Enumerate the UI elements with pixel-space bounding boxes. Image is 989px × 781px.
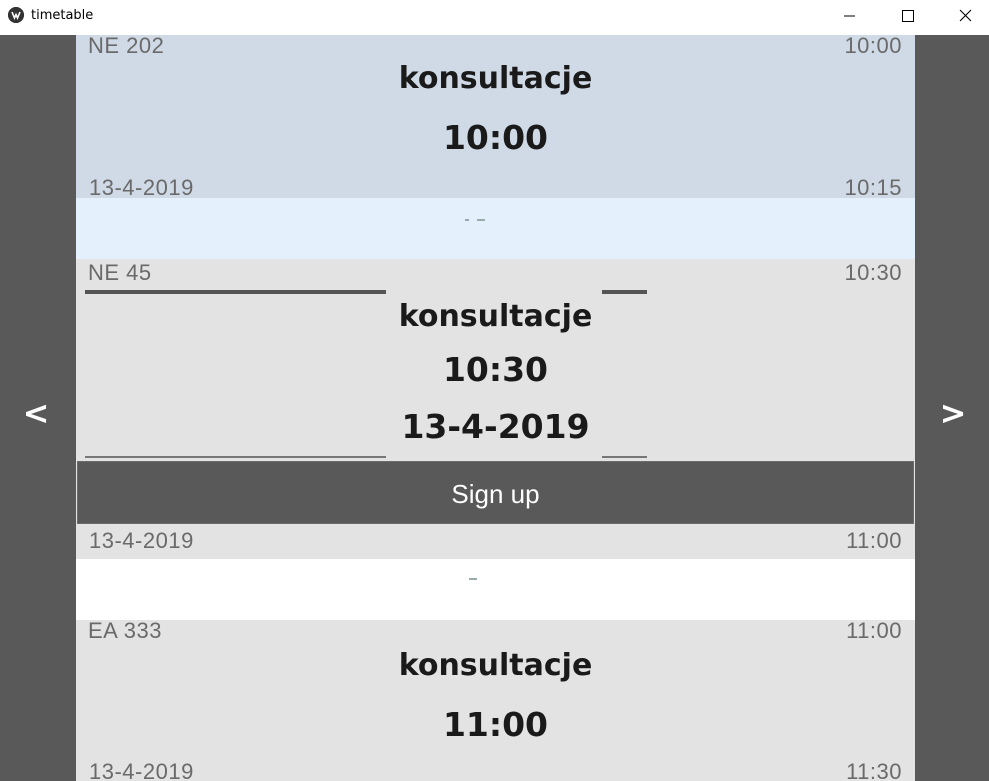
slot-time: 10:00 — [442, 118, 549, 157]
timetable-slot[interactable]: NE 202 10:00 konsultacje 10:00 13-4-2019… — [76, 35, 915, 200]
window-title: timetable — [31, 8, 94, 23]
input-underline — [602, 456, 647, 458]
slot-end-time: 11:30 — [846, 759, 902, 781]
slot-title: konsultacje — [398, 299, 593, 334]
minimize-icon — [844, 15, 855, 17]
minimize-button[interactable] — [820, 0, 878, 35]
slot-time: 11:00 — [442, 705, 549, 744]
slot-footer: 13-4-2019 11:00 — [76, 524, 915, 559]
slot-room: NE 202 — [88, 35, 165, 58]
maximize-button[interactable] — [878, 0, 936, 35]
slot-date: 13-4-2019 — [89, 528, 194, 553]
close-button[interactable] — [936, 0, 989, 35]
slot-title: konsultacje — [398, 648, 593, 683]
slot-date: 13-4-2019 — [89, 759, 194, 781]
slot-start-time: 11:00 — [846, 618, 902, 643]
timetable-slot[interactable]: EA 333 11:00 konsultacje 11:00 13-4-2019… — [76, 618, 915, 781]
close-icon — [959, 9, 972, 22]
sign-up-button[interactable]: Sign up — [77, 461, 914, 524]
app-logo-icon — [8, 7, 24, 23]
slot-end-time: 11:00 — [846, 528, 902, 553]
previous-day-button[interactable]: < — [16, 395, 56, 431]
next-day-button[interactable]: > — [933, 395, 973, 431]
title-bar: timetable — [0, 0, 989, 35]
separator-mark — [477, 219, 485, 221]
slot-start-time: 10:00 — [844, 35, 902, 58]
slot-room: EA 333 — [88, 618, 162, 643]
slot-start-time: 10:30 — [844, 260, 902, 285]
input-underline — [85, 456, 386, 458]
slot-title: konsultacje — [398, 61, 593, 96]
separator-mark — [465, 219, 469, 221]
slot-room: NE 45 — [88, 260, 152, 285]
maximize-icon — [902, 10, 914, 22]
slot-date-large: 13-4-2019 — [401, 407, 590, 446]
slot-separator — [76, 198, 915, 259]
input-underline — [602, 290, 647, 294]
separator-mark — [469, 578, 477, 580]
slot-time: 10:30 — [442, 350, 549, 389]
input-underline — [85, 290, 386, 294]
slot-separator — [76, 559, 915, 620]
timetable-list[interactable]: NE 202 10:00 konsultacje 10:00 13-4-2019… — [76, 35, 915, 781]
